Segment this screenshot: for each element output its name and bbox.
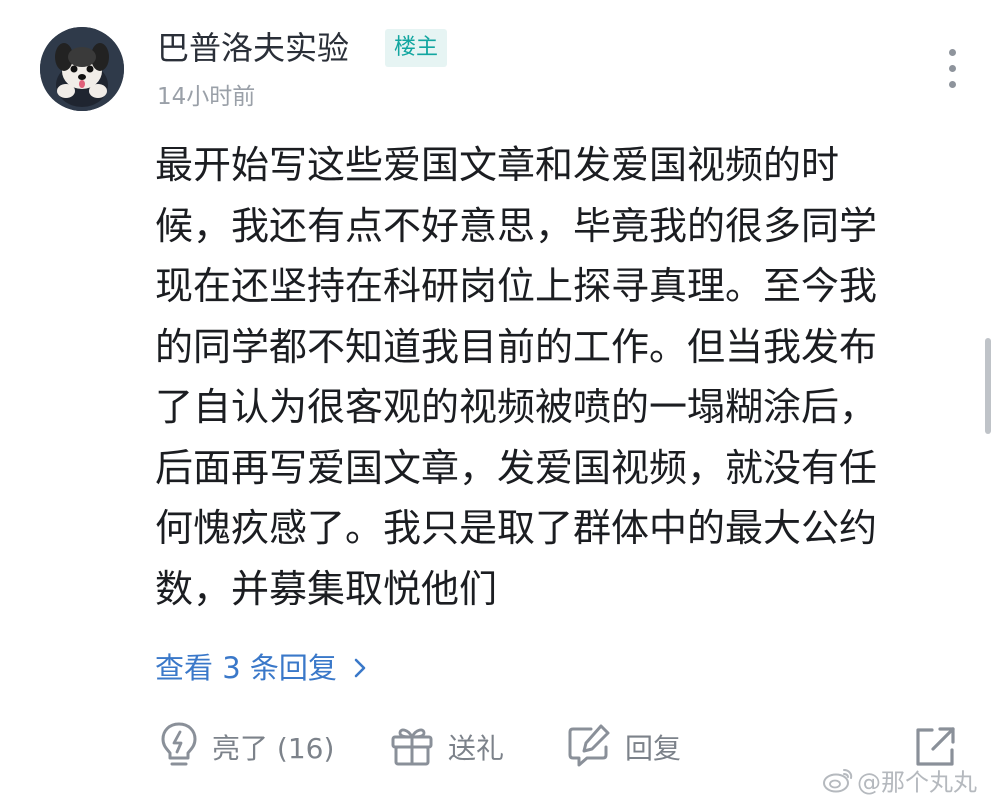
like-label: 亮了 (16) — [212, 732, 335, 765]
edit-reply-icon — [565, 721, 613, 773]
comment-line: 了自认为很客观的视频被喷的一塌糊涂后， — [155, 385, 878, 429]
view-replies-label: 查看 3 条回复 — [155, 651, 337, 685]
comment-line: 何愧疚感了。我只是取了群体中的最大公约 — [155, 506, 878, 550]
author-name[interactable]: 巴普洛夫实验 — [157, 28, 349, 68]
share-button[interactable] — [912, 724, 958, 770]
gift-icon — [388, 721, 436, 773]
avatar[interactable] — [40, 27, 124, 111]
weibo-icon — [822, 766, 854, 801]
comment-line: 后面再写爱国文章，发爱国视频，就没有任 — [155, 445, 878, 490]
chevron-right-icon — [352, 650, 368, 690]
gift-button[interactable]: 送礼 — [388, 720, 504, 774]
more-vertical-icon — [949, 49, 956, 56]
dog-avatar-icon — [40, 27, 124, 111]
comment-line: 候，我还有点不好意思，毕竟我的很多同学 — [155, 203, 878, 248]
share-external-icon — [916, 727, 955, 766]
scrollbar[interactable] — [985, 338, 991, 434]
gift-label: 送礼 — [448, 732, 505, 765]
comment-line: 现在还坚持在科研岗位上探寻真理。至今我 — [155, 264, 878, 308]
like-button[interactable]: 亮了 (16) — [158, 720, 334, 774]
timestamp: 14小时前 — [157, 84, 256, 110]
watermark-text: @那个丸丸 — [857, 768, 977, 797]
reply-label: 回复 — [625, 732, 682, 765]
op-badge: 楼主 — [385, 29, 448, 67]
comment-page: 巴普洛夫实验 楼主 14小时前 最开始写这些爱国文章和发爱国视频的时 候，我还有… — [0, 0, 1000, 805]
comment-line: 最开始写这些爱国文章和发爱国视频的时 — [155, 143, 840, 187]
view-replies-link[interactable]: 查看 3 条回复 — [155, 648, 368, 690]
watermark: @那个丸丸 — [822, 766, 977, 801]
lightbulb-icon — [158, 720, 200, 774]
comment-line: 的同学都不知道我目前的工作。但当我发布 — [155, 324, 878, 369]
reply-button[interactable]: 回复 — [565, 720, 681, 774]
more-options-button[interactable] — [938, 46, 968, 92]
comment-line: 数，并募集取悦他们 — [155, 566, 498, 611]
comment-body: 最开始写这些爱国文章和发爱国视频的时 候，我还有点不好意思，毕竟我的很多同学 现… — [155, 135, 955, 619]
